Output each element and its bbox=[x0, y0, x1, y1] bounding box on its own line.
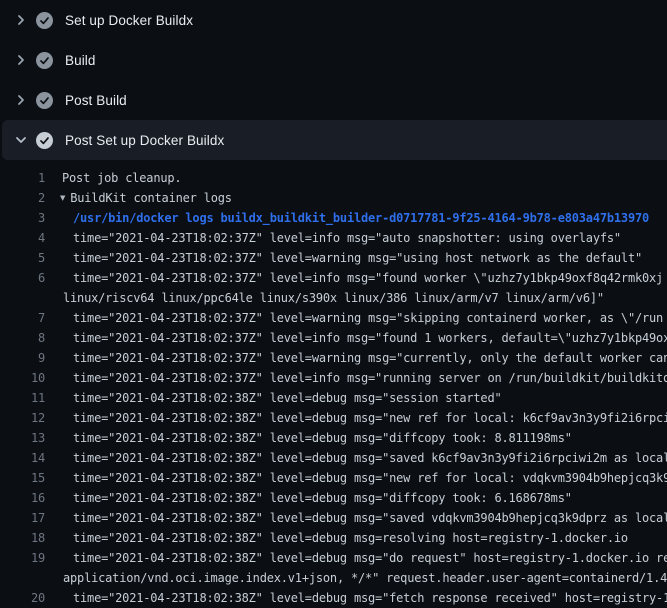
group-collapse-icon[interactable]: ▼ bbox=[60, 189, 65, 209]
steps-list: Set up Docker Buildx Build Post Build Po… bbox=[0, 0, 667, 160]
log-line: 18 time="2021-04-23T18:02:38Z" level=deb… bbox=[0, 528, 667, 548]
log-line-text: time="2021-04-23T18:02:38Z" level=debug … bbox=[73, 388, 502, 408]
log-line: 13 time="2021-04-23T18:02:38Z" level=deb… bbox=[0, 428, 667, 448]
log-line-text: time="2021-04-23T18:02:37Z" level=warnin… bbox=[73, 248, 642, 268]
log-line-text: time="2021-04-23T18:02:38Z" level=debug … bbox=[73, 448, 667, 468]
log-viewer: 1 Post job cleanup. 2 ▼ BuildKit containe… bbox=[0, 160, 667, 608]
chevron-right-icon bbox=[13, 12, 29, 28]
log-line: 16 time="2021-04-23T18:02:38Z" level=deb… bbox=[0, 488, 667, 508]
log-line-number[interactable]: 8 bbox=[0, 328, 45, 348]
log-line-text: time="2021-04-23T18:02:37Z" level=warnin… bbox=[73, 348, 667, 368]
log-line-text: time="2021-04-23T18:02:38Z" level=debug … bbox=[73, 468, 667, 488]
log-line: 1 Post job cleanup. bbox=[0, 168, 667, 188]
log-line-number[interactable]: 19 bbox=[0, 548, 45, 568]
log-line: 5 time="2021-04-23T18:02:37Z" level=warn… bbox=[0, 248, 667, 268]
log-line-text: time="2021-04-23T18:02:37Z" level=info m… bbox=[73, 328, 667, 348]
log-line: 9 time="2021-04-23T18:02:37Z" level=warn… bbox=[0, 348, 667, 368]
step-title: Build bbox=[65, 53, 96, 68]
step-header-set-up-docker-buildx[interactable]: Set up Docker Buildx bbox=[0, 0, 667, 40]
log-group-title: BuildKit container logs bbox=[70, 191, 232, 205]
log-line-text: application/vnd.oci.image.index.v1+json,… bbox=[63, 568, 667, 588]
check-circle-icon bbox=[36, 52, 53, 69]
chevron-down-icon bbox=[13, 132, 29, 148]
log-line-wrap: linux/riscv64 linux/ppc64le linux/s390x … bbox=[0, 288, 667, 308]
log-line-number[interactable]: 13 bbox=[0, 428, 45, 448]
log-line-number[interactable]: 6 bbox=[0, 268, 45, 288]
log-line: 4 time="2021-04-23T18:02:37Z" level=info… bbox=[0, 228, 667, 248]
log-line-number[interactable]: 14 bbox=[0, 448, 45, 468]
log-line-text: time="2021-04-23T18:02:38Z" level=debug … bbox=[73, 488, 572, 508]
log-line-text: time="2021-04-23T18:02:37Z" level=info m… bbox=[73, 268, 663, 288]
log-line: 7 time="2021-04-23T18:02:37Z" level=warn… bbox=[0, 308, 667, 328]
log-line-number[interactable]: 20 bbox=[0, 588, 45, 608]
log-line-command: 3 /usr/bin/docker logs buildx_buildkit_b… bbox=[0, 208, 667, 228]
step-title: Post Build bbox=[65, 93, 127, 108]
log-line-text: time="2021-04-23T18:02:37Z" level=warnin… bbox=[73, 308, 663, 328]
log-line-text: time="2021-04-23T18:02:38Z" level=debug … bbox=[73, 548, 667, 568]
log-line-text: linux/riscv64 linux/ppc64le linux/s390x … bbox=[63, 288, 604, 308]
log-line-number[interactable]: 4 bbox=[0, 228, 45, 248]
log-line-number bbox=[0, 568, 45, 588]
step-header-post-build[interactable]: Post Build bbox=[0, 80, 667, 120]
log-line-text: time="2021-04-23T18:02:38Z" level=debug … bbox=[73, 508, 667, 528]
log-line: 11 time="2021-04-23T18:02:38Z" level=deb… bbox=[0, 388, 667, 408]
log-line-number[interactable]: 10 bbox=[0, 368, 45, 388]
log-line: 8 time="2021-04-23T18:02:37Z" level=info… bbox=[0, 328, 667, 348]
log-line-number[interactable]: 18 bbox=[0, 528, 45, 548]
log-group-header[interactable]: 2 ▼ BuildKit container logs bbox=[0, 188, 667, 208]
log-line-number[interactable]: 11 bbox=[0, 388, 45, 408]
log-line-number bbox=[0, 288, 45, 308]
log-line: 20 time="2021-04-23T18:02:38Z" level=deb… bbox=[0, 588, 667, 608]
log-line-number[interactable]: 5 bbox=[0, 248, 45, 268]
log-line-number[interactable]: 17 bbox=[0, 508, 45, 528]
log-line-number[interactable]: 7 bbox=[0, 308, 45, 328]
log-line: 10 time="2021-04-23T18:02:37Z" level=inf… bbox=[0, 368, 667, 388]
log-line-text: time="2021-04-23T18:02:37Z" level=info m… bbox=[73, 368, 667, 388]
chevron-right-icon bbox=[13, 52, 29, 68]
check-circle-icon bbox=[36, 92, 53, 109]
chevron-right-icon bbox=[13, 92, 29, 108]
log-line: 14 time="2021-04-23T18:02:38Z" level=deb… bbox=[0, 448, 667, 468]
log-line: 17 time="2021-04-23T18:02:38Z" level=deb… bbox=[0, 508, 667, 528]
log-line-text: time="2021-04-23T18:02:38Z" level=debug … bbox=[73, 588, 667, 608]
log-line-number[interactable]: 15 bbox=[0, 468, 45, 488]
log-line: 15 time="2021-04-23T18:02:38Z" level=deb… bbox=[0, 468, 667, 488]
check-circle-icon bbox=[36, 12, 53, 29]
log-line-text: time="2021-04-23T18:02:38Z" level=debug … bbox=[73, 428, 572, 448]
check-circle-icon bbox=[36, 132, 53, 149]
step-title: Set up Docker Buildx bbox=[65, 13, 193, 28]
step-header-post-set-up-docker-buildx[interactable]: Post Set up Docker Buildx bbox=[2, 120, 667, 160]
log-line-text: time="2021-04-23T18:02:37Z" level=info m… bbox=[73, 228, 621, 248]
log-group-text: ▼ BuildKit container logs bbox=[60, 188, 232, 208]
log-line-number[interactable]: 3 bbox=[0, 208, 45, 228]
log-line-wrap: application/vnd.oci.image.index.v1+json,… bbox=[0, 568, 667, 588]
log-line-number[interactable]: 1 bbox=[0, 168, 45, 188]
step-title: Post Set up Docker Buildx bbox=[65, 133, 224, 148]
log-line-text: time="2021-04-23T18:02:38Z" level=debug … bbox=[73, 528, 628, 548]
step-header-build[interactable]: Build bbox=[0, 40, 667, 80]
log-line: 12 time="2021-04-23T18:02:38Z" level=deb… bbox=[0, 408, 667, 428]
log-line-number[interactable]: 16 bbox=[0, 488, 45, 508]
log-line-text: Post job cleanup. bbox=[62, 168, 181, 188]
log-line-text: time="2021-04-23T18:02:38Z" level=debug … bbox=[73, 408, 667, 428]
log-line: 6 time="2021-04-23T18:02:37Z" level=info… bbox=[0, 268, 667, 288]
log-line-number[interactable]: 9 bbox=[0, 348, 45, 368]
log-command-text: /usr/bin/docker logs buildx_buildkit_bui… bbox=[73, 208, 649, 228]
log-line: 19 time="2021-04-23T18:02:38Z" level=deb… bbox=[0, 548, 667, 568]
log-line-number[interactable]: 2 bbox=[0, 188, 45, 208]
log-line-number[interactable]: 12 bbox=[0, 408, 45, 428]
